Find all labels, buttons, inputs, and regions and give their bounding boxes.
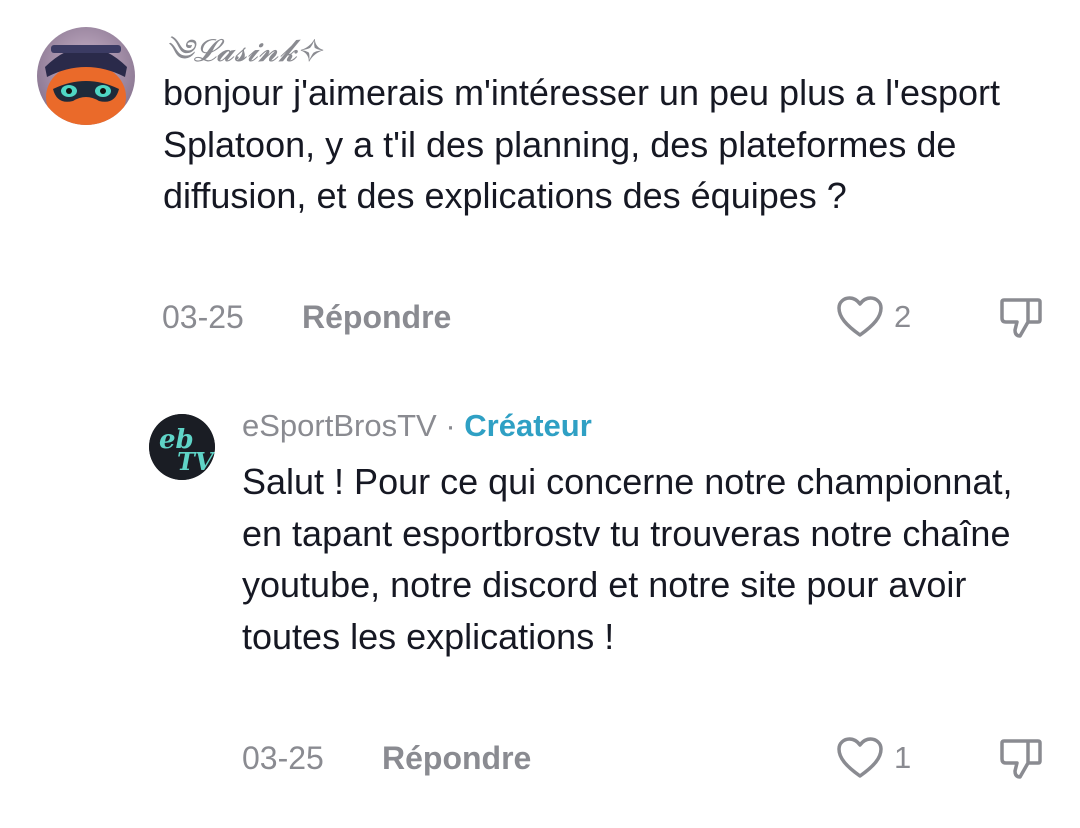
creator-username[interactable]: eSportBrosTV · Créateur — [242, 408, 592, 444]
dislike-button[interactable] — [998, 735, 1044, 781]
heart-icon — [837, 296, 883, 337]
reply-date: 03-25 — [242, 740, 324, 776]
comment-date: 03-25 — [162, 299, 244, 335]
reply-button[interactable]: Répondre — [382, 740, 531, 777]
heart-icon — [837, 737, 883, 778]
reply-button[interactable]: Répondre — [302, 299, 451, 336]
creator-badge: Créateur — [464, 408, 592, 443]
like-button[interactable] — [836, 295, 884, 339]
thumbs-down-icon — [1000, 298, 1042, 338]
like-button[interactable] — [836, 736, 884, 780]
thumbs-down-icon — [1000, 739, 1042, 779]
user-avatar[interactable] — [37, 27, 135, 125]
dislike-button[interactable] — [998, 294, 1044, 340]
ebtv-logo-icon: eb TV — [149, 414, 215, 480]
comment-text: bonjour j'aimerais m'intéresser un peu p… — [163, 72, 1001, 216]
reply-text: Salut ! Pour ce qui concerne notre champ… — [242, 461, 1013, 657]
creator-name[interactable]: eSportBrosTV — [242, 408, 437, 443]
squid-character-icon — [37, 27, 135, 125]
svg-text:TV: TV — [177, 447, 215, 476]
like-count: 1 — [894, 740, 912, 775]
separator: · — [445, 408, 456, 443]
like-count: 2 — [894, 299, 912, 334]
creator-avatar[interactable]: eb TV — [149, 414, 215, 480]
